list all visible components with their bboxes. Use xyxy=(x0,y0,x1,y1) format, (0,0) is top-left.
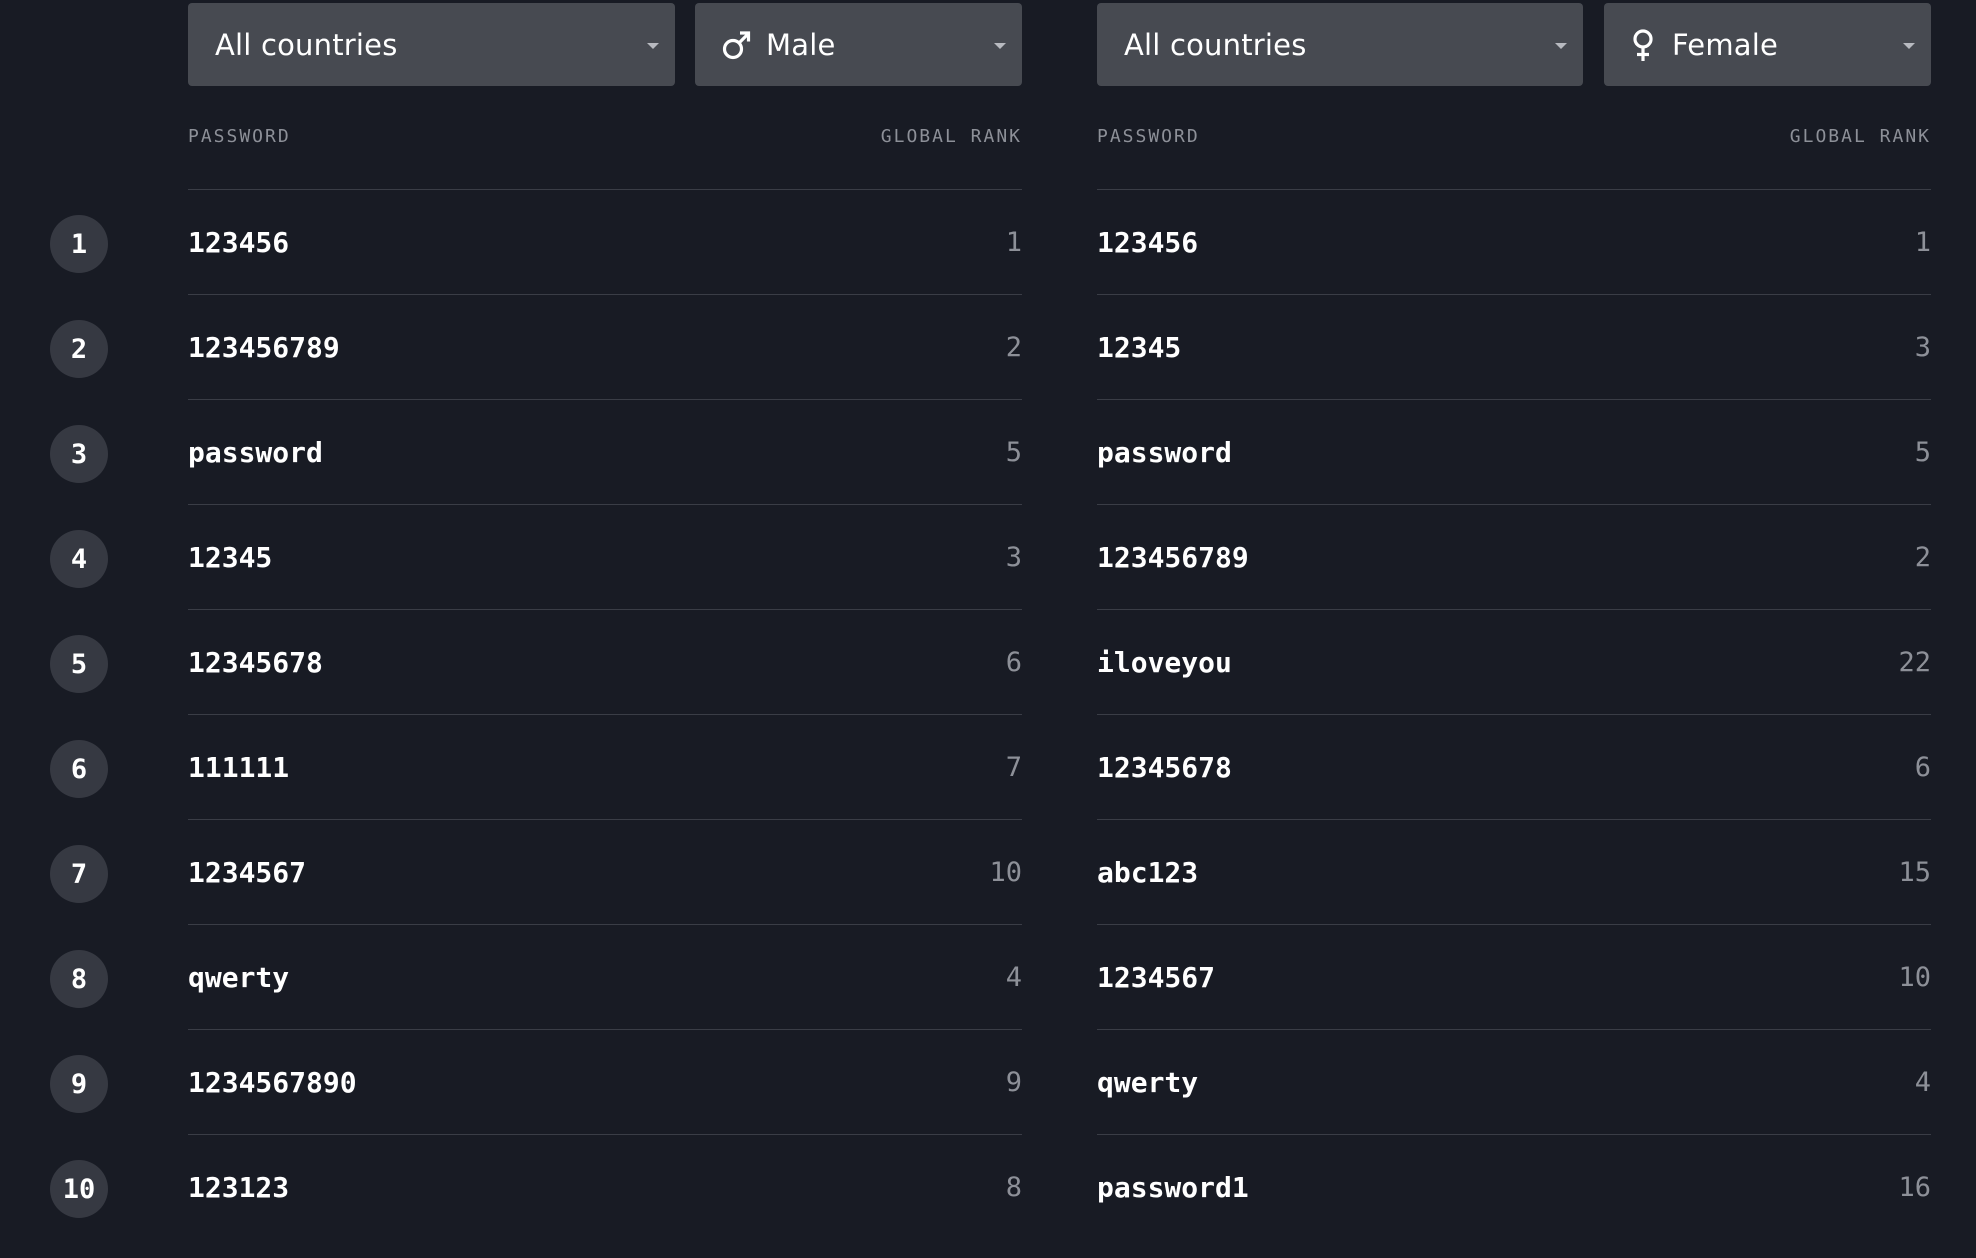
rank-cell: 6 xyxy=(1005,647,1022,678)
password-cell: 123456 xyxy=(188,226,290,259)
position-badge: 4 xyxy=(50,530,108,588)
table-row: password 5 xyxy=(188,399,1022,504)
password-cell: qwerty xyxy=(188,961,290,994)
male-icon xyxy=(722,30,751,59)
left-column-headers: PASSWORD GLOBAL RANK xyxy=(188,126,1022,150)
chevron-down-icon xyxy=(1555,43,1567,49)
rank-cell: 4 xyxy=(1914,1067,1931,1098)
password-column-header: PASSWORD xyxy=(1097,126,1200,147)
right-column-headers: PASSWORD GLOBAL RANK xyxy=(1097,126,1931,150)
position-badge: 8 xyxy=(50,950,108,1008)
position-badge: 3 xyxy=(50,425,108,483)
rank-cell: 9 xyxy=(1005,1067,1022,1098)
password-cell: password1 xyxy=(1097,1171,1249,1204)
right-filters: All countries Female xyxy=(1097,0,1931,86)
table-row: password 5 xyxy=(1097,399,1931,504)
left-password-list: 123456 1 123456789 2 password 5 12345 3 1234… xyxy=(188,189,1022,1239)
position-badge: 2 xyxy=(50,320,108,378)
left-country-dropdown[interactable]: All countries xyxy=(188,3,675,86)
table-row: 123123 8 xyxy=(188,1134,1022,1239)
password-cell: 1234567 xyxy=(188,856,307,889)
rank-cell: 3 xyxy=(1914,332,1931,363)
password-cell: password xyxy=(1097,436,1232,469)
position-badge: 1 xyxy=(50,215,108,273)
rank-cell: 10 xyxy=(989,857,1022,888)
global-rank-column-header: GLOBAL RANK xyxy=(880,126,1022,147)
table-row: 123456 1 xyxy=(1097,189,1931,294)
rank-cell: 15 xyxy=(1898,857,1931,888)
password-cell: 123456 xyxy=(1097,226,1199,259)
left-password-panel: All countries Male PASSWORD GLOBAL RANK … xyxy=(188,0,1022,1258)
chevron-down-icon xyxy=(647,43,659,49)
rank-cell: 4 xyxy=(1005,962,1022,993)
table-row: 12345678 6 xyxy=(188,609,1022,714)
password-cell: abc123 xyxy=(1097,856,1199,889)
rank-cell: 22 xyxy=(1898,647,1931,678)
table-row: 1234567890 9 xyxy=(188,1029,1022,1134)
left-gender-dropdown-label: Male xyxy=(766,27,836,62)
password-cell: password xyxy=(188,436,323,469)
chevron-down-icon xyxy=(1903,43,1915,49)
left-filters: All countries Male xyxy=(188,0,1022,86)
position-badge: 6 xyxy=(50,740,108,798)
rank-cell: 5 xyxy=(1914,437,1931,468)
password-cell: 123123 xyxy=(188,1171,290,1204)
table-row: 12345 3 xyxy=(1097,294,1931,399)
table-row: abc123 15 xyxy=(1097,819,1931,924)
password-cell: 1234567 xyxy=(1097,961,1216,994)
password-cell: 12345678 xyxy=(1097,751,1232,784)
table-row: 111111 7 xyxy=(188,714,1022,819)
table-row: password1 16 xyxy=(1097,1134,1931,1239)
rank-cell: 1 xyxy=(1914,227,1931,258)
global-rank-column-header: GLOBAL RANK xyxy=(1789,126,1931,147)
table-row: qwerty 4 xyxy=(188,924,1022,1029)
password-cell: qwerty xyxy=(1097,1066,1199,1099)
password-column-header: PASSWORD xyxy=(188,126,291,147)
rank-cell: 1 xyxy=(1005,227,1022,258)
left-gender-dropdown[interactable]: Male xyxy=(695,3,1022,86)
rank-cell: 6 xyxy=(1914,752,1931,783)
rank-cell: 3 xyxy=(1005,542,1022,573)
female-icon xyxy=(1633,28,1653,61)
left-country-dropdown-label: All countries xyxy=(215,27,398,62)
table-row: 123456 1 xyxy=(188,189,1022,294)
right-country-dropdown[interactable]: All countries xyxy=(1097,3,1583,86)
password-cell: 123456789 xyxy=(188,331,340,364)
password-cell: iloveyou xyxy=(1097,646,1232,679)
rank-cell: 5 xyxy=(1005,437,1022,468)
rank-cell: 7 xyxy=(1005,752,1022,783)
rank-cell: 2 xyxy=(1005,332,1022,363)
right-gender-dropdown-label: Female xyxy=(1672,27,1779,62)
table-row: 1234567 10 xyxy=(188,819,1022,924)
right-country-dropdown-label: All countries xyxy=(1124,27,1307,62)
rank-cell: 2 xyxy=(1914,542,1931,573)
right-gender-dropdown[interactable]: Female xyxy=(1604,3,1931,86)
right-password-panel: All countries Female PASSWORD GLOBAL RAN… xyxy=(1097,0,1931,1258)
position-badge: 10 xyxy=(50,1160,108,1218)
chevron-down-icon xyxy=(994,43,1006,49)
table-row: 123456789 2 xyxy=(188,294,1022,399)
table-row: 1234567 10 xyxy=(1097,924,1931,1029)
position-badge: 9 xyxy=(50,1055,108,1113)
position-badge: 5 xyxy=(50,635,108,693)
password-cell: 12345678 xyxy=(188,646,323,679)
table-row: iloveyou 22 xyxy=(1097,609,1931,714)
password-cell: 111111 xyxy=(188,751,290,784)
rank-cell: 10 xyxy=(1898,962,1931,993)
right-password-list: 123456 1 12345 3 password 5 123456789 2 ilov… xyxy=(1097,189,1931,1239)
password-cell: 12345 xyxy=(188,541,273,574)
table-row: 12345678 6 xyxy=(1097,714,1931,819)
password-cell: 1234567890 xyxy=(188,1066,357,1099)
password-cell: 123456789 xyxy=(1097,541,1249,574)
password-cell: 12345 xyxy=(1097,331,1182,364)
table-row: qwerty 4 xyxy=(1097,1029,1931,1134)
table-row: 123456789 2 xyxy=(1097,504,1931,609)
table-row: 12345 3 xyxy=(188,504,1022,609)
rank-cell: 16 xyxy=(1898,1172,1931,1203)
rank-cell: 8 xyxy=(1005,1172,1022,1203)
position-badge: 7 xyxy=(50,845,108,903)
